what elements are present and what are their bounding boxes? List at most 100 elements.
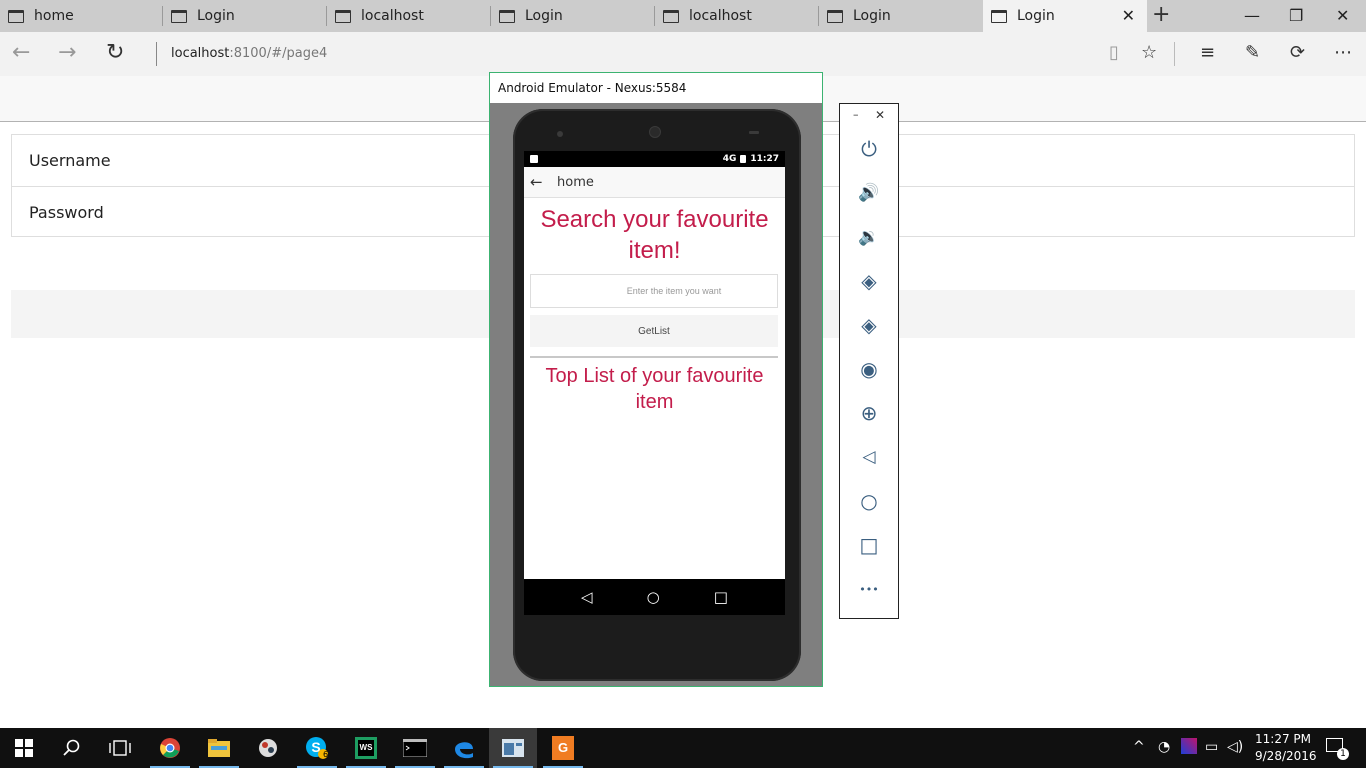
hub-icon[interactable]: ≡ [1200,43,1215,63]
chrome-taskbar-button[interactable] [146,728,194,768]
volume-icon[interactable]: ◁) [1227,739,1243,755]
page-icon [827,9,843,23]
tray-app-icon[interactable] [1181,738,1197,754]
cmd-taskbar-button[interactable] [391,728,439,768]
battery-icon[interactable]: ▭ [1205,739,1218,755]
volume-down-icon[interactable]: 🔉 [854,222,884,252]
wifi-icon[interactable]: ◔ [1158,739,1170,755]
password-label: Password [29,202,104,222]
status-time: 11:27 [750,154,779,164]
url-field[interactable]: localhost:8100/#/page4 [171,46,327,61]
svg-text:G: G [558,740,568,755]
tab-login[interactable]: Login [819,0,983,32]
zoom-icon[interactable]: ⊕ [854,398,884,428]
web-note-icon[interactable]: ✎ [1245,43,1260,63]
app-icon [259,739,277,757]
file-explorer-taskbar-button[interactable] [195,728,243,768]
more-icon[interactable]: ⋯ [1334,43,1352,63]
overview-icon[interactable]: □ [854,530,884,560]
emulator-taskbar-button[interactable] [489,728,537,768]
page-icon [8,9,24,23]
tab-login[interactable]: Login [491,0,655,32]
app-toolbar-title: home [557,174,594,190]
page-icon [335,9,351,23]
notification-count-badge: 1 [1337,748,1349,760]
cmd-icon [403,739,427,757]
phone-screen: 4G 11:27 ← home Search your favourite it… [524,151,785,579]
clock-time: 11:27 PM [1255,732,1311,746]
nav-home-icon[interactable]: ○ [647,589,660,605]
emulator-minimize-button[interactable]: – [853,108,859,121]
show-hidden-icons-icon[interactable]: ^ [1133,739,1145,755]
search-button[interactable] [48,728,96,768]
android-emulator-window: Android Emulator - Nexus:5584 4G 11:27 ←… [489,72,823,687]
tab-login[interactable]: Login [163,0,327,32]
app-toolbar: ← home [524,167,785,198]
camera-icon[interactable]: ◉ [854,354,884,384]
nav-back-icon[interactable]: ◁ [581,589,593,605]
start-button[interactable] [0,728,48,768]
notification-icon [530,155,538,163]
forward-button[interactable]: → [58,41,76,65]
tab-login-active[interactable]: Login ✕ [983,0,1147,32]
emulator-toolbar: – ✕ ⏻ 🔊 🔉 ◈ ◈ ◉ ⊕ ◁ ○ □ ••• [839,103,899,619]
taskbar-clock[interactable]: 11:27 PM 9/28/2016 [1255,731,1317,765]
file-explorer-icon [208,739,230,757]
favorite-star-icon[interactable]: ☆ [1141,43,1157,63]
restore-window-button[interactable]: ❐ [1289,6,1303,25]
back-icon[interactable]: ◁ [854,442,884,472]
page-icon [499,9,515,23]
new-tab-button[interactable]: + [1152,4,1170,26]
app-content: Search your favourite item! Enter the it… [524,198,785,415]
power-icon[interactable]: ⏻ [854,134,884,164]
tab-localhost[interactable]: localhost [327,0,491,32]
page-icon [663,9,679,23]
windows-taskbar: S 6 WS G ^ ◔ ▭ ◁) 11:27 PM 9/28/2016 1 [0,728,1366,768]
speaker-grille [749,131,759,134]
android-nav-bar: ◁ ○ □ [524,579,785,615]
share-icon[interactable]: ⟳ [1290,43,1305,63]
battery-icon [740,155,747,163]
url-host: localhost [171,46,230,61]
pdf-app-taskbar-button[interactable]: G [539,728,587,768]
search-headline: Search your favourite item! [540,206,769,264]
tab-home[interactable]: home [0,0,163,32]
back-button[interactable]: ← [12,41,30,65]
divider [530,356,778,358]
emulator-title: Android Emulator - Nexus:5584 [490,73,822,103]
emulator-close-button[interactable]: ✕ [875,108,885,122]
app-taskbar-button[interactable] [244,728,292,768]
browser-tab-strip: home Login localhost Login localhost Log… [0,0,1366,32]
phone-frame: 4G 11:27 ← home Search your favourite it… [513,109,801,681]
more-icon[interactable]: ••• [854,574,884,604]
clock-date: 9/28/2016 [1255,749,1317,763]
refresh-button[interactable]: ↻ [106,41,124,65]
network-indicator: 4G [722,154,737,164]
page-icon [171,9,187,23]
home-icon[interactable]: ○ [854,486,884,516]
edge-taskbar-button[interactable] [440,728,488,768]
webstorm-taskbar-button[interactable]: WS [342,728,390,768]
task-view-icon [109,740,131,756]
url-path: :8100/#/page4 [229,46,328,61]
close-window-button[interactable]: ✕ [1336,6,1349,25]
chrome-icon [160,738,180,758]
volume-up-icon[interactable]: 🔊 [854,178,884,208]
minimize-window-button[interactable]: — [1244,6,1260,25]
rotate-right-icon[interactable]: ◈ [854,310,884,340]
rotate-left-icon[interactable]: ◈ [854,266,884,296]
webstorm-icon: WS [355,737,377,759]
reading-view-icon[interactable]: ▯ [1109,43,1119,63]
tab-localhost[interactable]: localhost [655,0,819,32]
close-tab-icon[interactable]: ✕ [1122,8,1135,24]
username-label: Username [29,151,111,170]
item-search-input[interactable]: Enter the item you want [530,274,778,308]
skype-taskbar-button[interactable]: S 6 [293,728,341,768]
app-back-icon[interactable]: ← [530,173,550,191]
skype-badge: 6 [323,750,329,759]
getlist-button[interactable]: GetList [530,315,778,347]
nav-recents-icon[interactable]: □ [714,589,728,605]
task-view-button[interactable] [96,728,144,768]
windows-logo-icon [15,739,33,757]
emulator-app-icon [502,739,524,757]
